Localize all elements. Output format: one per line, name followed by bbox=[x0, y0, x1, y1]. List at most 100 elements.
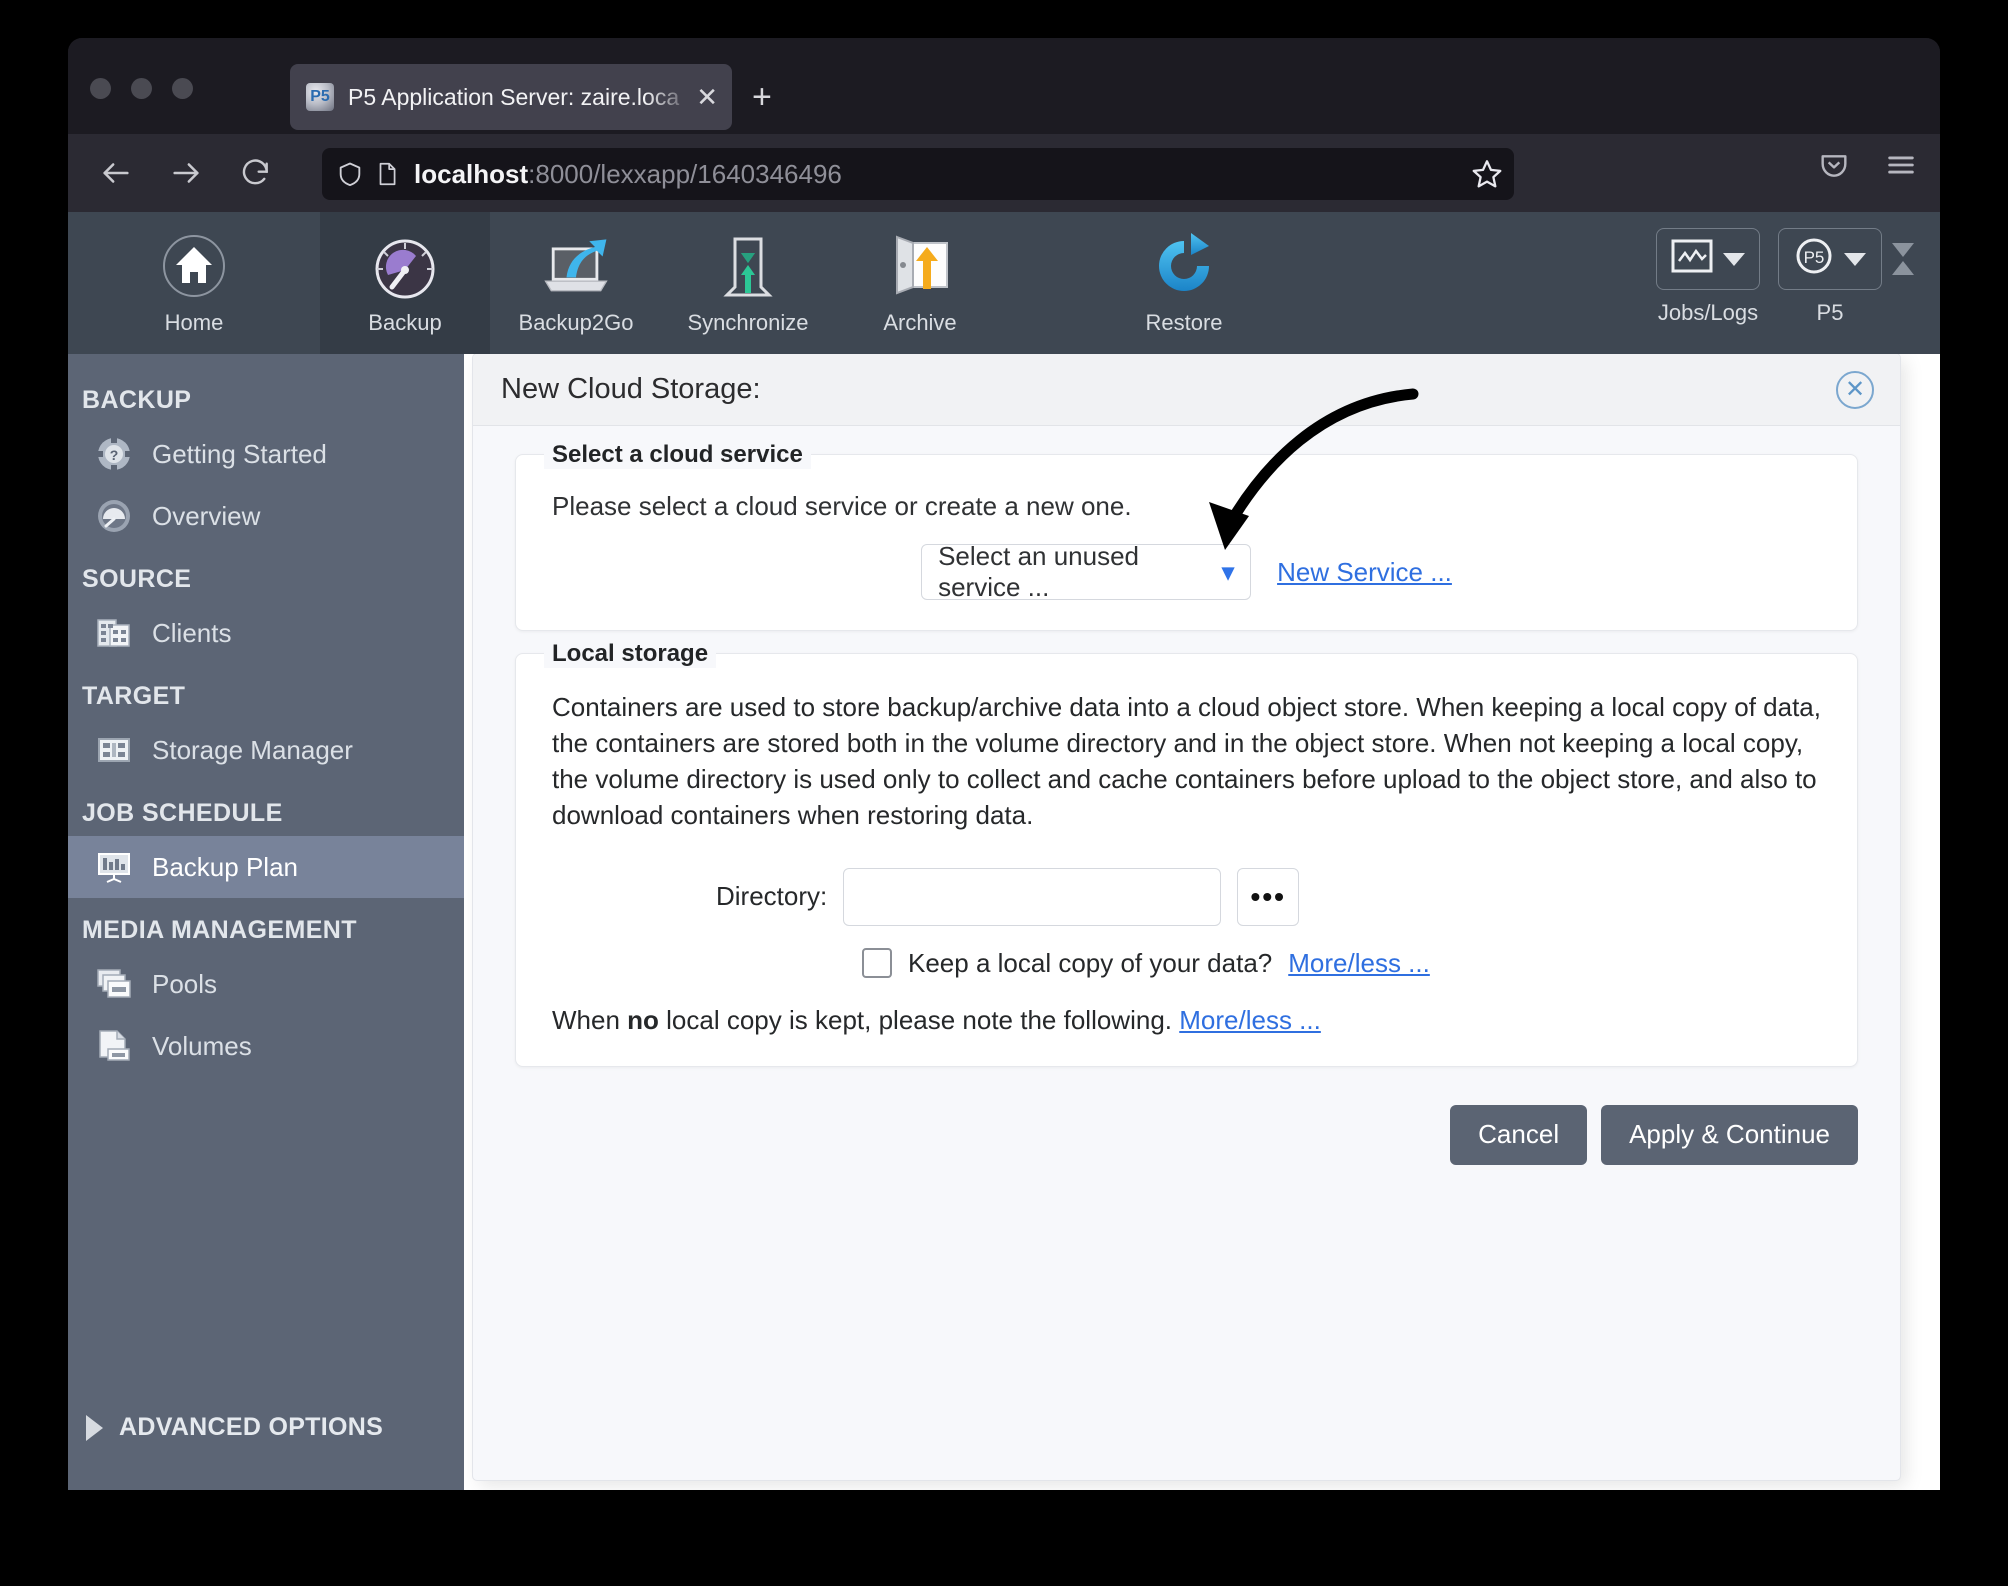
jobs-logs-button[interactable] bbox=[1656, 228, 1760, 290]
local-storage-legend: Local storage bbox=[544, 640, 717, 668]
cloud-service-legend: Select a cloud service bbox=[544, 441, 811, 469]
directory-input[interactable] bbox=[843, 867, 1222, 926]
cloud-service-select-value: Select an unused service ... bbox=[938, 541, 1140, 602]
close-window-button[interactable] bbox=[90, 78, 111, 99]
sidebar-item-label: Getting Started bbox=[152, 438, 327, 469]
chevron-down-icon[interactable] bbox=[1723, 252, 1745, 266]
cloud-service-select[interactable]: Select an unused service ... ▾ bbox=[921, 541, 1252, 602]
toolbar-item-archive[interactable]: Archive bbox=[834, 212, 1006, 354]
overview-gauge-icon bbox=[94, 496, 134, 536]
restore-circular-arrow-icon bbox=[1146, 228, 1222, 304]
toolbar-item-restore[interactable]: Restore bbox=[1098, 212, 1270, 354]
keep-local-copy-more-less-link[interactable]: More/less ... bbox=[1288, 948, 1430, 979]
dialog-body: Select a cloud service Please select a c… bbox=[473, 426, 1900, 1067]
p5-button[interactable]: P5 bbox=[1778, 228, 1882, 290]
note-prefix: When bbox=[552, 1004, 628, 1035]
svg-text:?: ? bbox=[110, 447, 119, 463]
p5-application: Home Backup Backup2Go Synchronize Archiv… bbox=[68, 212, 1940, 1490]
toolbar-item-label: Backup2Go bbox=[518, 310, 634, 335]
sidebar-section-media-management: MEDIA MANAGEMENT bbox=[82, 916, 357, 944]
home-icon bbox=[156, 228, 232, 304]
volumes-tape-icon bbox=[94, 1026, 134, 1066]
p5-circle-icon: P5 bbox=[1794, 236, 1834, 282]
shield-icon bbox=[336, 160, 364, 188]
close-icon[interactable]: ✕ bbox=[696, 84, 718, 110]
new-cloud-storage-dialog: New Cloud Storage: ✕ Select a cloud serv… bbox=[473, 354, 1900, 1480]
toolbar-button-jobs-logs[interactable]: Jobs/Logs bbox=[1656, 228, 1760, 326]
dialog-footer: Cancel Apply & Continue bbox=[473, 1089, 1900, 1195]
apply-continue-button[interactable]: Apply & Continue bbox=[1601, 1104, 1858, 1165]
sidebar-item-backup-plan[interactable]: Backup Plan bbox=[68, 836, 464, 898]
local-storage-fieldset: Local storage Containers are used to sto… bbox=[515, 640, 1858, 1067]
browser-tab[interactable]: P5 P5 Application Server: zaire.loca ✕ bbox=[290, 64, 732, 130]
no-local-copy-more-less-link[interactable]: More/less ... bbox=[1179, 1005, 1321, 1035]
keep-local-copy-checkbox[interactable] bbox=[862, 948, 892, 978]
laptop-arrow-icon bbox=[538, 228, 614, 304]
directory-label: Directory: bbox=[716, 881, 828, 911]
browser-tabstrip: P5 P5 Application Server: zaire.loca ✕ + bbox=[68, 38, 1940, 134]
sidebar-item-volumes[interactable]: Volumes bbox=[68, 1015, 464, 1077]
toolbar-item-label: Backup bbox=[368, 310, 442, 335]
dialog-title: New Cloud Storage: bbox=[501, 373, 761, 405]
url-text[interactable]: localhost:8000/lexxapp/1640346496 bbox=[414, 159, 1470, 190]
new-service-link[interactable]: New Service ... bbox=[1277, 557, 1452, 588]
sidebar-section-source: SOURCE bbox=[82, 565, 192, 593]
collapse-toggle-icon[interactable] bbox=[1892, 228, 1914, 290]
triangle-up-icon bbox=[1892, 261, 1914, 275]
advanced-options-label: ADVANCED OPTIONS bbox=[119, 1413, 384, 1441]
star-icon[interactable] bbox=[1470, 157, 1504, 191]
sidebar-item-clients[interactable]: Clients bbox=[68, 602, 464, 664]
sidebar-item-label: Backup Plan bbox=[152, 851, 298, 882]
browser-window: P5 P5 Application Server: zaire.loca ✕ +… bbox=[68, 38, 1940, 1490]
close-circle-icon[interactable]: ✕ bbox=[1836, 370, 1874, 409]
window-traffic-lights[interactable] bbox=[90, 78, 193, 99]
reload-icon[interactable] bbox=[228, 145, 284, 201]
toolbar-item-synchronize[interactable]: Synchronize bbox=[662, 212, 834, 354]
sidebar-item-pools[interactable]: Pools bbox=[68, 953, 464, 1015]
gauge-icon bbox=[367, 228, 443, 304]
chart-window-icon bbox=[1671, 239, 1713, 279]
pocket-icon[interactable] bbox=[1818, 149, 1850, 181]
sidebar-advanced-options[interactable]: ADVANCED OPTIONS bbox=[68, 1413, 464, 1442]
hamburger-menu-icon[interactable] bbox=[1884, 148, 1918, 182]
toolbar-item-label: Archive bbox=[883, 310, 957, 335]
sidebar-item-label: Volumes bbox=[152, 1030, 252, 1061]
browser-right-controls bbox=[1818, 148, 1918, 182]
toolbar-item-label: Restore bbox=[1145, 310, 1223, 335]
chevron-down-icon: ▾ bbox=[1222, 558, 1235, 586]
sidebar-item-label: Pools bbox=[152, 968, 218, 999]
chevron-down-icon[interactable] bbox=[1844, 252, 1866, 266]
p5-favicon-icon: P5 bbox=[306, 83, 334, 111]
dialog-header: New Cloud Storage: ✕ bbox=[473, 354, 1900, 426]
keep-local-copy-label: Keep a local copy of your data? bbox=[908, 947, 1273, 978]
url-host: localhost bbox=[414, 158, 529, 189]
browse-directory-button[interactable]: ••• bbox=[1237, 867, 1300, 926]
minimize-window-button[interactable] bbox=[131, 78, 152, 99]
app-body: BACKUP ? Getting Started Overview SOURCE… bbox=[68, 354, 1940, 1490]
url-bar[interactable]: localhost:8000/lexxapp/1640346496 bbox=[322, 148, 1514, 200]
toolbar-item-label: Home bbox=[164, 310, 224, 335]
toolbar-item-home[interactable]: Home bbox=[68, 212, 320, 354]
sidebar: BACKUP ? Getting Started Overview SOURCE… bbox=[68, 354, 464, 1490]
back-arrow-icon[interactable] bbox=[88, 145, 144, 201]
svg-text:P5: P5 bbox=[1804, 248, 1825, 267]
browser-navbar: localhost:8000/lexxapp/1640346496 bbox=[68, 134, 1940, 212]
toolbar-item-backup[interactable]: Backup bbox=[320, 212, 490, 354]
toolbar-button-label: Jobs/Logs bbox=[1657, 300, 1759, 325]
no-local-copy-note: When no local copy is kept, please note … bbox=[552, 1005, 1821, 1036]
maximize-window-button[interactable] bbox=[172, 78, 193, 99]
keep-local-copy-row: Keep a local copy of your data? More/les… bbox=[552, 948, 1821, 979]
toolbar-button-p5[interactable]: P5 P5 bbox=[1778, 228, 1882, 326]
pools-tapes-icon bbox=[94, 964, 134, 1004]
forward-arrow-icon[interactable] bbox=[158, 145, 214, 201]
sidebar-item-storage-manager[interactable]: Storage Manager bbox=[68, 719, 464, 781]
sidebar-item-overview[interactable]: Overview bbox=[68, 485, 464, 547]
storage-manager-icon bbox=[94, 730, 134, 770]
new-tab-button[interactable]: + bbox=[752, 80, 772, 114]
toolbar-item-backup2go[interactable]: Backup2Go bbox=[490, 212, 662, 354]
sync-arrows-icon bbox=[710, 228, 786, 304]
sidebar-item-label: Clients bbox=[152, 617, 232, 648]
cancel-button[interactable]: Cancel bbox=[1450, 1104, 1588, 1165]
triangle-right-icon bbox=[86, 1414, 103, 1441]
sidebar-item-getting-started[interactable]: ? Getting Started bbox=[68, 423, 464, 485]
